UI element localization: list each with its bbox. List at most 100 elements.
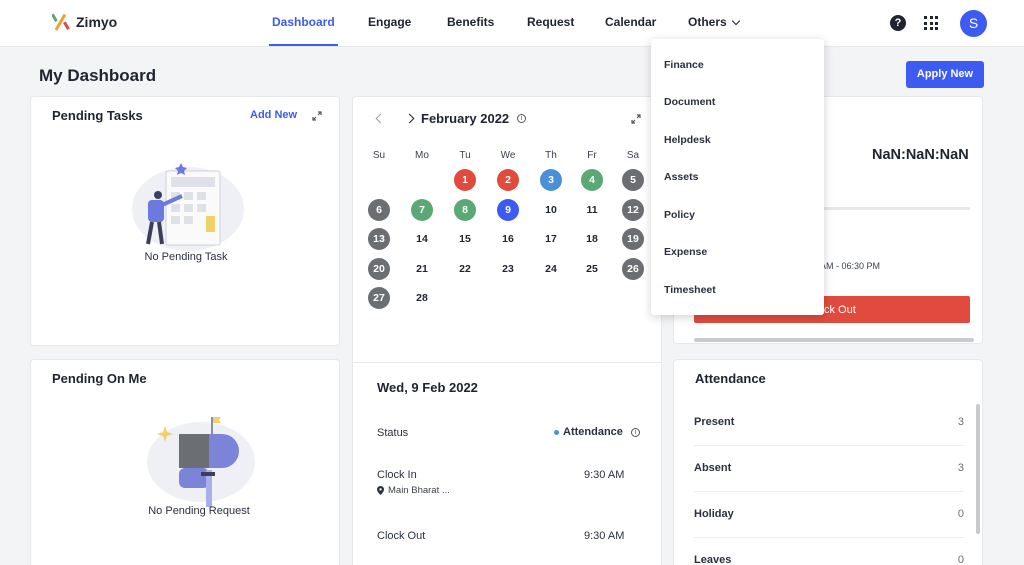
chevron-down-icon bbox=[731, 16, 740, 26]
calendar-day[interactable]: 14 bbox=[411, 228, 433, 250]
page-title: My Dashboard bbox=[39, 66, 157, 85]
attendance-row: Present 3 bbox=[694, 400, 964, 446]
pending-on-me-card: Pending On Me No Pending Request bbox=[30, 359, 340, 565]
pending-tasks-title: Pending Tasks bbox=[52, 108, 143, 123]
menu-item-document[interactable]: Document bbox=[664, 96, 715, 108]
pending-tasks-card: Pending Tasks Add New No Pending Task bbox=[30, 96, 340, 346]
expand-icon[interactable] bbox=[631, 114, 641, 124]
calendar-day[interactable]: 19 bbox=[622, 228, 644, 250]
top-navbar: Zimyo Dashboard Engage Benefits Request … bbox=[0, 0, 1024, 47]
calendar-day[interactable]: 24 bbox=[540, 258, 562, 280]
attendance-count: 0 bbox=[957, 508, 964, 520]
expand-icon[interactable] bbox=[312, 111, 322, 121]
calendar-day[interactable]: 13 bbox=[368, 228, 390, 250]
attendance-count: 0 bbox=[957, 554, 964, 565]
nav-engage[interactable]: Engage bbox=[368, 15, 411, 29]
calendar-day[interactable]: 9 bbox=[497, 198, 519, 221]
pending-task-illustration bbox=[132, 163, 244, 251]
menu-item-helpdesk[interactable]: Helpdesk bbox=[664, 134, 711, 146]
no-pending-task-text: No Pending Task bbox=[144, 251, 228, 263]
attendance-label: Holiday bbox=[694, 508, 734, 520]
attendance-count: 3 bbox=[957, 462, 964, 474]
active-tab-indicator bbox=[269, 44, 338, 46]
nav-calendar[interactable]: Calendar bbox=[605, 15, 656, 29]
clock-in-time: 9:30 AM bbox=[584, 469, 625, 481]
status-value: Attendance i bbox=[554, 426, 640, 438]
calendar-day[interactable]: 23 bbox=[497, 258, 519, 280]
calendar-day[interactable]: 16 bbox=[497, 228, 519, 250]
weekday-header: Su bbox=[372, 150, 386, 161]
apps-grid-icon[interactable] bbox=[924, 16, 938, 30]
calendar-day[interactable]: 17 bbox=[540, 228, 562, 250]
weekday-header: Th bbox=[545, 150, 557, 161]
menu-item-finance[interactable]: Finance bbox=[664, 59, 704, 71]
brand-logo[interactable]: Zimyo bbox=[52, 12, 117, 32]
clock-in-location: Main Bharat ... bbox=[377, 485, 450, 496]
info-icon[interactable]: i bbox=[517, 114, 527, 123]
calendar-day[interactable]: 5 bbox=[622, 169, 644, 191]
brand-name: Zimyo bbox=[76, 14, 118, 30]
shift-time: AM - 06:30 PM bbox=[820, 261, 881, 271]
attendance-title: Attendance bbox=[695, 371, 766, 386]
calendar-day[interactable]: 27 bbox=[368, 287, 390, 309]
nav-request[interactable]: Request bbox=[527, 15, 574, 29]
menu-item-timesheet[interactable]: Timesheet bbox=[664, 284, 716, 296]
clock-out-label: Clock Out bbox=[377, 530, 426, 542]
attendance-count: 3 bbox=[957, 416, 964, 428]
menu-item-assets[interactable]: Assets bbox=[664, 171, 698, 183]
timer-display: NaN:NaN:NaN bbox=[872, 147, 969, 163]
calendar-day[interactable]: 11 bbox=[581, 199, 603, 221]
calendar-day[interactable]: 20 bbox=[368, 257, 390, 280]
attendance-row: Absent 3 bbox=[694, 446, 964, 492]
weekday-header: Sa bbox=[626, 150, 640, 161]
calendar-header: February 2022 i bbox=[375, 111, 527, 126]
calendar-day[interactable]: 21 bbox=[411, 258, 433, 280]
calendar-day[interactable]: 10 bbox=[540, 199, 562, 221]
calendar-day[interactable]: 12 bbox=[622, 198, 644, 221]
menu-item-policy[interactable]: Policy bbox=[664, 209, 695, 221]
calendar-day[interactable]: 8 bbox=[454, 198, 476, 221]
vertical-scrollbar[interactable] bbox=[976, 404, 980, 534]
help-icon[interactable]: ? bbox=[890, 15, 906, 31]
nav-others-label: Others bbox=[688, 15, 727, 29]
calendar-day[interactable]: 15 bbox=[454, 228, 476, 250]
weekday-header: We bbox=[500, 150, 516, 161]
apply-new-button[interactable]: Apply New bbox=[906, 61, 984, 88]
calendar-day[interactable]: 18 bbox=[581, 228, 603, 250]
attendance-label: Absent bbox=[694, 462, 732, 474]
status-label: Status bbox=[377, 427, 409, 439]
nav-others[interactable]: Others bbox=[688, 15, 740, 29]
next-month-icon[interactable] bbox=[404, 113, 415, 124]
location-text: Main Bharat ... bbox=[388, 485, 450, 496]
weekday-header: Fr bbox=[587, 150, 597, 161]
calendar-day[interactable]: 4 bbox=[581, 169, 603, 191]
status-text: Attendance bbox=[563, 426, 623, 438]
user-avatar[interactable]: S bbox=[960, 10, 987, 37]
calendar-day[interactable]: 2 bbox=[497, 169, 519, 191]
mailbox-illustration bbox=[147, 417, 255, 507]
horizontal-scrollbar[interactable] bbox=[694, 338, 974, 342]
attendance-card: Attendance Present 3 Absent 3 Holiday 0 … bbox=[673, 359, 983, 565]
calendar-day[interactable]: 26 bbox=[622, 257, 644, 280]
nav-benefits[interactable]: Benefits bbox=[447, 15, 494, 29]
calendar-day[interactable]: 1 bbox=[454, 169, 476, 191]
calendar-card: February 2022 i Su Mo Tu We Th Fr Sa 123456789… bbox=[352, 96, 662, 565]
calendar-day[interactable]: 25 bbox=[581, 258, 603, 280]
calendar-month: February 2022 bbox=[421, 111, 510, 126]
prev-month-icon[interactable] bbox=[375, 113, 386, 124]
nav-dashboard[interactable]: Dashboard bbox=[272, 15, 335, 29]
calendar-day[interactable]: 28 bbox=[411, 287, 433, 309]
calendar-day[interactable]: 7 bbox=[411, 198, 433, 221]
selected-date: Wed, 9 Feb 2022 bbox=[377, 380, 478, 395]
add-new-link[interactable]: Add New bbox=[250, 109, 297, 121]
status-dot-icon bbox=[554, 429, 559, 435]
attendance-label: Leaves bbox=[694, 554, 732, 565]
calendar-day[interactable]: 6 bbox=[368, 198, 390, 221]
info-icon[interactable]: i bbox=[630, 427, 640, 437]
calendar-day[interactable]: 3 bbox=[540, 169, 562, 191]
others-dropdown-menu: Finance Document Helpdesk Assets Policy … bbox=[651, 39, 824, 315]
menu-item-expense[interactable]: Expense bbox=[664, 246, 707, 258]
clock-out-time: 9:30 AM bbox=[584, 530, 625, 542]
calendar-day[interactable]: 22 bbox=[454, 258, 476, 280]
check-out-label: ck Out bbox=[824, 304, 856, 316]
